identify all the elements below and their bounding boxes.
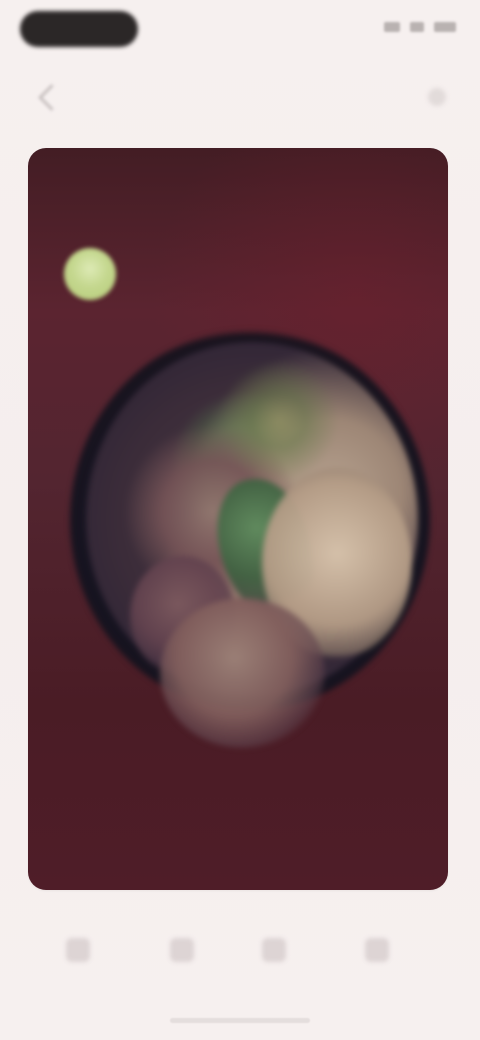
bookmark-icon[interactable]	[262, 938, 286, 962]
recipe-card[interactable]	[28, 148, 448, 890]
bottom-actions	[0, 920, 480, 980]
home-icon[interactable]	[66, 938, 90, 962]
status-icons	[384, 22, 456, 32]
author-meta	[144, 284, 274, 300]
footer-stat-1	[350, 784, 406, 800]
footer-primary-text	[64, 784, 234, 802]
card-title	[64, 188, 364, 220]
search-icon[interactable]	[170, 938, 194, 962]
beef-pieces	[160, 598, 325, 748]
footer-stat-2	[336, 830, 406, 846]
status-bar	[0, 0, 480, 58]
author-row[interactable]	[64, 248, 364, 306]
page-title	[104, 80, 188, 110]
signal-icon	[384, 22, 400, 32]
home-indicator	[170, 1018, 310, 1023]
menu-icon[interactable]	[428, 88, 446, 106]
mobile-screen	[0, 0, 480, 1040]
footer-secondary-text	[64, 828, 154, 844]
card-header	[64, 188, 364, 308]
avatar[interactable]	[64, 248, 116, 300]
wifi-icon	[410, 22, 424, 32]
top-navigation	[0, 70, 480, 130]
back-icon[interactable]	[38, 84, 65, 111]
dynamic-island	[20, 11, 138, 47]
profile-icon[interactable]	[365, 938, 389, 962]
author-name[interactable]	[144, 258, 324, 276]
battery-icon	[434, 22, 456, 32]
food-image	[52, 318, 444, 748]
card-footer	[64, 772, 412, 866]
